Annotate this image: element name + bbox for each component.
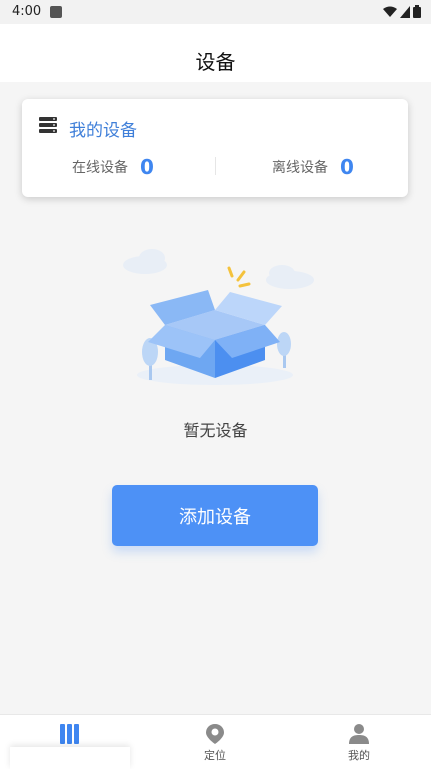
status-indicators [383,5,421,18]
tab-profile-label: 我的 [348,749,370,762]
tab-devices[interactable] [10,715,130,769]
tab-profile[interactable]: 我的 [299,715,419,769]
notification-icon [50,6,62,18]
battery-icon [413,5,421,18]
title-bar: 设备 [0,24,431,82]
sparkle-icon [227,266,251,288]
device-summary-card[interactable]: 我的设备 在线设备 0 离线设备 0 [22,99,408,197]
tree-right-icon [277,332,291,368]
offline-devices-stat: 离线设备 0 [272,155,354,179]
empty-state-message: 暂无设备 [183,421,248,440]
tab-location[interactable]: 定位 [155,715,275,769]
wifi-icon [383,6,397,17]
signal-icon [400,5,410,18]
bottom-tab-bar: 定位 我的 [0,714,431,769]
online-devices-label: 在线设备 [72,160,128,176]
device-list-icon [60,724,79,744]
offline-devices-count: 0 [340,155,354,179]
status-bar: 4:00 [0,0,431,24]
cloud-right-icon [266,265,314,289]
open-box-icon [148,290,282,378]
tab-location-label: 定位 [204,749,226,762]
page-title: 设备 [195,50,236,74]
status-time: 4:00 [12,4,42,19]
empty-box-illustration [123,249,314,385]
online-devices-stat: 在线设备 0 [72,155,154,179]
location-pin-icon [206,724,224,744]
cloud-left-icon [123,249,167,274]
add-device-button[interactable]: 添加设备 [112,485,318,546]
person-icon [349,724,369,744]
online-devices-count: 0 [140,155,154,179]
my-devices-title: 我的设备 [69,121,137,141]
active-tab-indicator [10,747,130,769]
offline-devices-label: 离线设备 [272,160,328,176]
server-icon [39,117,57,133]
stat-divider [215,157,216,175]
